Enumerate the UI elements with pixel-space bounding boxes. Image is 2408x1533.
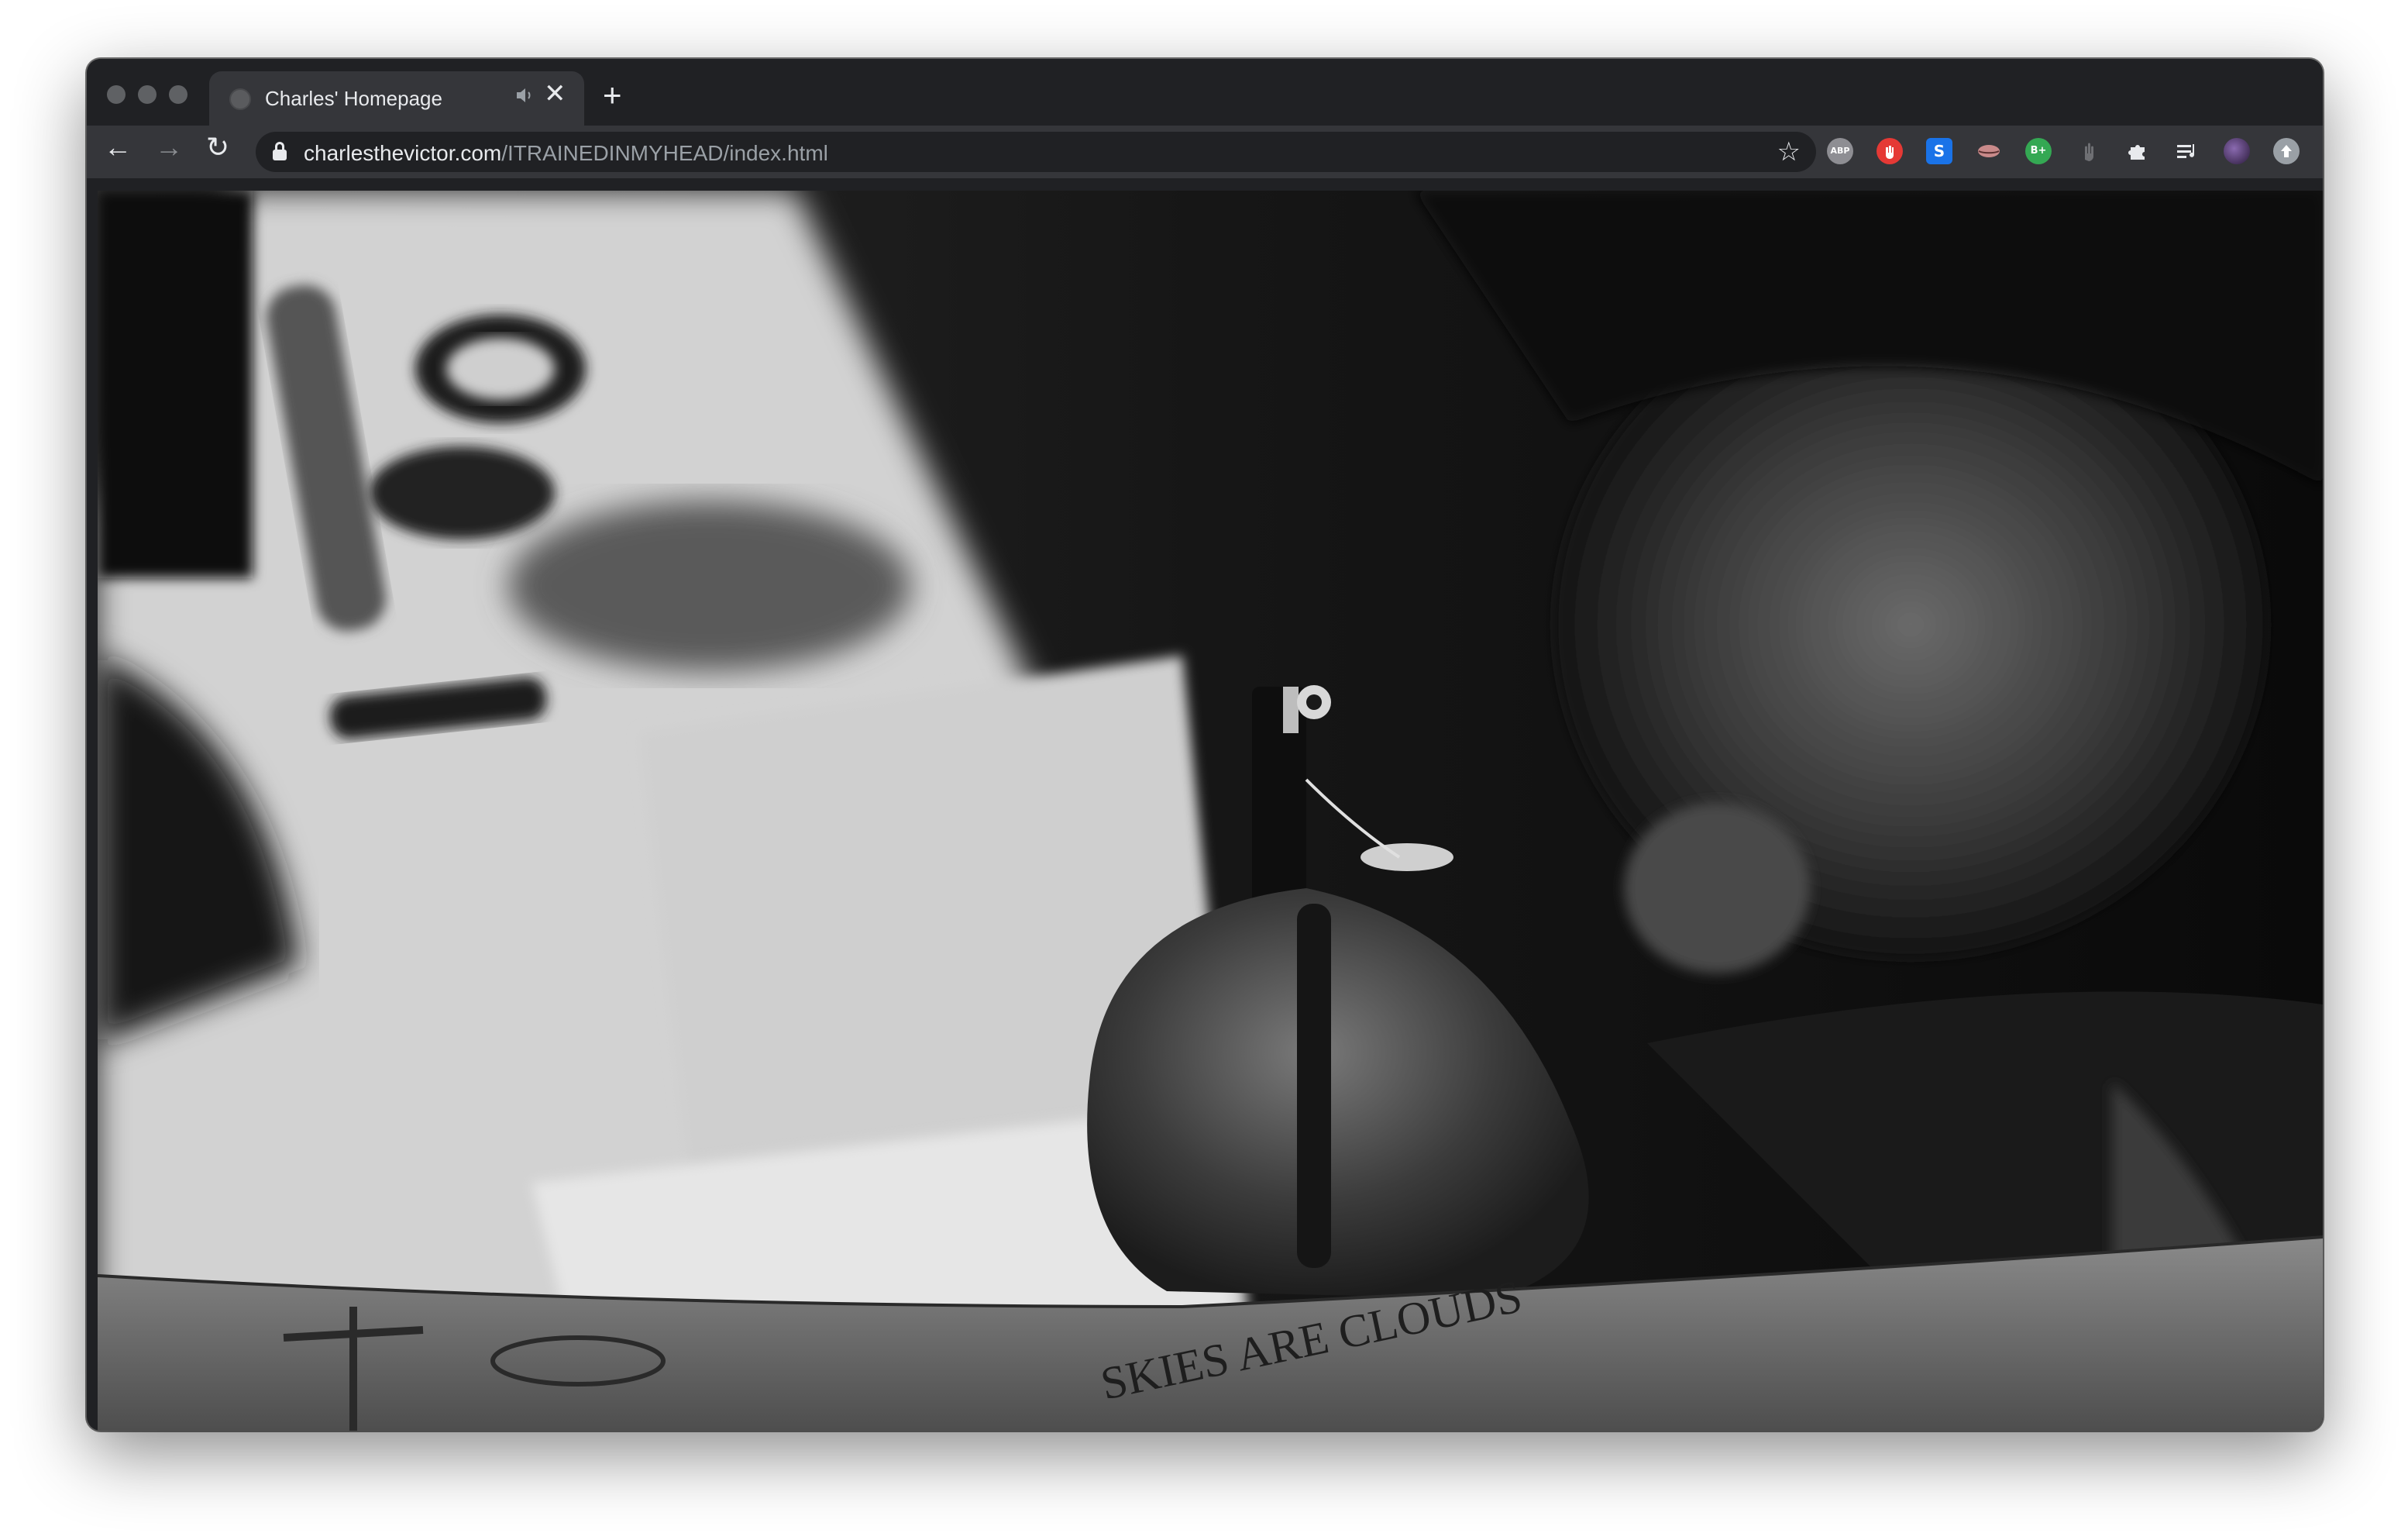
reload-button[interactable]: ↻ [206,133,229,161]
browser-window: Charles' Homepage ✕ + ← → ↻ charlesthevi… [87,59,2323,1431]
media-queue-icon[interactable] [2174,138,2200,164]
tab-title: Charles' Homepage [265,87,442,110]
tab-strip: Charles' Homepage ✕ + [87,59,2323,126]
profile-avatar[interactable] [2224,138,2250,164]
update-icon[interactable] [2273,138,2300,164]
puzzle-icon[interactable] [2124,138,2151,164]
tab-charles-homepage[interactable]: Charles' Homepage ✕ [209,71,584,126]
bookmark-star-icon[interactable]: ☆ [1777,136,1801,167]
adblock-plus-icon[interactable]: ABP [1827,138,1853,164]
url-host: charlesthevictor.com [304,141,502,165]
forward-button[interactable]: → [155,133,183,161]
new-tab-button[interactable]: + [603,79,622,112]
browser-toolbar: ← → ↻ charlesthevictor.com/ITRAINEDINMYH… [87,126,2323,178]
tattoo-artist-photo: SKIES ARE CLOUDS [98,191,2323,1431]
speaker-icon[interactable] [514,85,535,111]
url-path: /ITRAINEDINMYHEAD/index.html [501,141,828,165]
lock-icon[interactable] [273,142,287,162]
lips-extension-icon[interactable] [1976,138,2002,164]
hand-extension-icon[interactable] [2075,138,2101,164]
ublock-icon[interactable] [1877,138,1903,164]
globe-icon [229,88,251,110]
b-plus-icon[interactable]: B+ [2025,138,2052,164]
tab-close-button[interactable]: ✕ [544,81,566,107]
maximize-window-button[interactable] [169,85,187,104]
s-extension-icon[interactable]: S [1926,138,1952,164]
close-window-button[interactable] [107,85,126,104]
minimize-window-button[interactable] [138,85,157,104]
address-bar[interactable]: charlesthevictor.com/ITRAINEDINMYHEAD/in… [256,132,1816,172]
url-text[interactable]: charlesthevictor.com/ITRAINEDINMYHEAD/in… [304,141,828,166]
back-button[interactable]: ← [104,133,132,161]
page-content: SKIES ARE CLOUDS [98,191,2323,1431]
